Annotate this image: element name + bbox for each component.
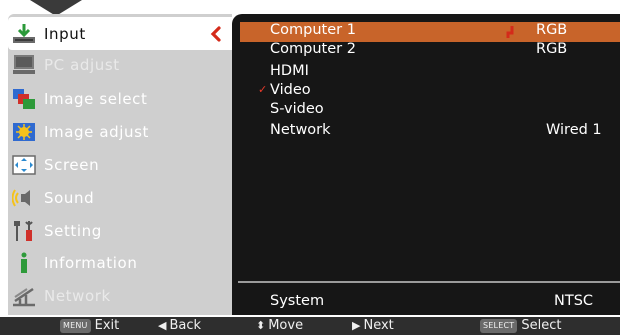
input-row-s-video[interactable]: S-video (0, 101, 620, 121)
check-icon (506, 26, 514, 38)
select-key-icon: SELECT (480, 318, 518, 333)
chevron-left-icon (210, 26, 221, 42)
sidebar-item-label: Setting (44, 222, 102, 240)
hint-back: ◀ Back (158, 318, 202, 333)
arrow-left-icon: ◀ (158, 319, 167, 332)
input-row-network[interactable]: Network Wired 1 (0, 122, 620, 142)
sidebar-item-screen[interactable]: Screen (8, 148, 234, 181)
sidebar-item-label: Information (44, 254, 138, 272)
information-icon (21, 252, 27, 273)
arrow-up-down-icon: ⬍ (256, 319, 266, 332)
input-row-computer-1[interactable]: Computer 1 RGB (240, 22, 620, 42)
system-row[interactable]: System NTSC (0, 293, 620, 313)
hint-select: SELECT Select (480, 318, 561, 333)
sound-icon (12, 189, 30, 207)
sidebar-item-label: Sound (44, 189, 95, 207)
screen-icon (12, 155, 36, 175)
hint-next: ▶ Next (352, 318, 394, 333)
arrow-right-icon: ▶ (352, 319, 361, 332)
input-row-computer-2[interactable]: Computer 2 RGB (0, 41, 620, 61)
input-row-hdmi[interactable]: HDMI (0, 63, 620, 83)
setting-icon (14, 221, 33, 241)
menu-key-icon: MENU (60, 318, 91, 333)
input-row-video[interactable]: ✓ Video (0, 82, 620, 102)
projector-osd-menu: { "sidebar": { "items": [ {"label": "Inp… (0, 0, 620, 335)
sidebar-item-setting[interactable]: Setting (8, 214, 234, 247)
hint-move: ⬍ Move (256, 318, 304, 333)
sidebar-item-label: Screen (44, 156, 100, 174)
divider (238, 281, 620, 283)
hint-exit: MENU Exit (60, 318, 119, 333)
sidebar-item-sound[interactable]: Sound (8, 181, 234, 214)
checkmark-icon: ✓ (258, 83, 268, 96)
sidebar-item-information[interactable]: Information (8, 246, 234, 279)
